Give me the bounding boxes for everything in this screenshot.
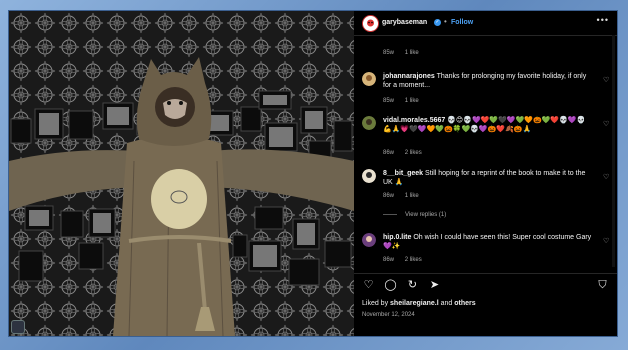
like-comment-icon[interactable]: ♡ xyxy=(603,76,609,84)
comments-list[interactable]: 85w 1 like johannarajones Thanks for pro… xyxy=(354,36,617,269)
photo-tag-icon[interactable] xyxy=(11,320,25,334)
liked-by-prefix: Liked by xyxy=(362,300,391,307)
commenter-avatar[interactable] xyxy=(362,169,376,183)
comment-age: 86w xyxy=(383,257,395,263)
post-header: garybaseman ✓ • Follow ••• xyxy=(354,11,617,36)
share-icon[interactable]: ➤ xyxy=(428,279,441,292)
prev-comment-meta: 85w 1 like xyxy=(383,50,428,56)
comment-meta: 86w 2 likes xyxy=(383,150,431,156)
post-actions: ♡ ◯ ↻ ➤ ⛉ xyxy=(362,279,609,293)
comment-text-block: 8__bit_geek Still hoping for a reprint o… xyxy=(383,169,593,187)
comment-likes[interactable]: 2 likes xyxy=(405,257,422,263)
comment-likes[interactable]: 1 like xyxy=(405,98,419,104)
commenter-username[interactable]: hip.0.lite xyxy=(383,234,411,241)
window-frame: garybaseman ✓ • Follow ••• 85w 1 like jo… xyxy=(0,0,628,350)
liked-by-user[interactable]: sheilaregiane.l xyxy=(390,300,439,307)
comment-likes[interactable]: 1 like xyxy=(405,50,419,56)
view-replies-label[interactable]: View replies (1) xyxy=(405,212,446,218)
author-avatar[interactable] xyxy=(362,15,379,32)
comment-age: 85w xyxy=(383,50,395,56)
verified-icon: ✓ xyxy=(434,19,441,26)
photo-costume-figure xyxy=(9,11,354,336)
commenter-avatar[interactable] xyxy=(362,233,376,247)
comment-text-block: hip.0.lite Oh wish I could have seen thi… xyxy=(383,233,593,251)
comment-meta: 85w 1 like xyxy=(383,98,428,104)
liked-by-text: Liked by sheilaregiane.l and others xyxy=(362,300,476,307)
comments-panel: garybaseman ✓ • Follow ••• 85w 1 like jo… xyxy=(354,11,617,336)
liked-by-and: and xyxy=(438,300,455,307)
commenter-username[interactable]: vidal.morales.5667 xyxy=(383,117,445,124)
save-icon[interactable]: ⛉ xyxy=(596,279,609,292)
comment-likes[interactable]: 2 likes xyxy=(405,150,422,156)
like-comment-icon[interactable]: ♡ xyxy=(603,237,609,245)
comment-text-block: vidal.morales.5667 💀😊💀💜❤️💚🖤💜💚🧡🎃💚❤️💀💜💀💪🙏💗… xyxy=(383,116,593,134)
comments-scrollbar[interactable] xyxy=(612,35,615,267)
post-date: November 12, 2024 xyxy=(362,312,415,318)
commenter-username[interactable]: 8__bit_geek xyxy=(383,170,423,177)
comment-meta: 86w 1 like xyxy=(383,193,428,199)
separator-dot: • xyxy=(444,17,447,26)
liked-by-others[interactable]: others xyxy=(454,300,475,307)
instagram-post-card: garybaseman ✓ • Follow ••• 85w 1 like jo… xyxy=(9,11,617,336)
replies-line xyxy=(383,213,397,215)
comment-icon[interactable]: ◯ xyxy=(384,279,397,292)
comment-meta: 86w 2 likes xyxy=(383,257,431,263)
comment-body: Oh wish I could have seen this! Super co… xyxy=(383,234,592,250)
comment-age: 86w xyxy=(383,193,395,199)
follow-button[interactable]: Follow xyxy=(451,19,473,26)
comment-text-block: johannarajones Thanks for prolonging my … xyxy=(383,72,593,90)
like-comment-icon[interactable]: ♡ xyxy=(603,173,609,181)
commenter-avatar[interactable] xyxy=(362,72,376,86)
author-username[interactable]: garybaseman xyxy=(382,19,427,26)
post-photo[interactable] xyxy=(9,11,354,336)
comment-likes[interactable]: 1 like xyxy=(405,193,419,199)
divider xyxy=(354,273,617,274)
like-icon[interactable]: ♡ xyxy=(362,279,375,292)
more-options-icon[interactable]: ••• xyxy=(597,15,609,25)
view-replies-button[interactable]: View replies (1) xyxy=(383,212,446,218)
like-comment-icon[interactable]: ♡ xyxy=(603,120,609,128)
comment-age: 85w xyxy=(383,98,395,104)
repost-icon[interactable]: ↻ xyxy=(406,279,419,292)
commenter-avatar[interactable] xyxy=(362,116,376,130)
comment-age: 86w xyxy=(383,150,395,156)
commenter-username[interactable]: johannarajones xyxy=(383,73,435,80)
